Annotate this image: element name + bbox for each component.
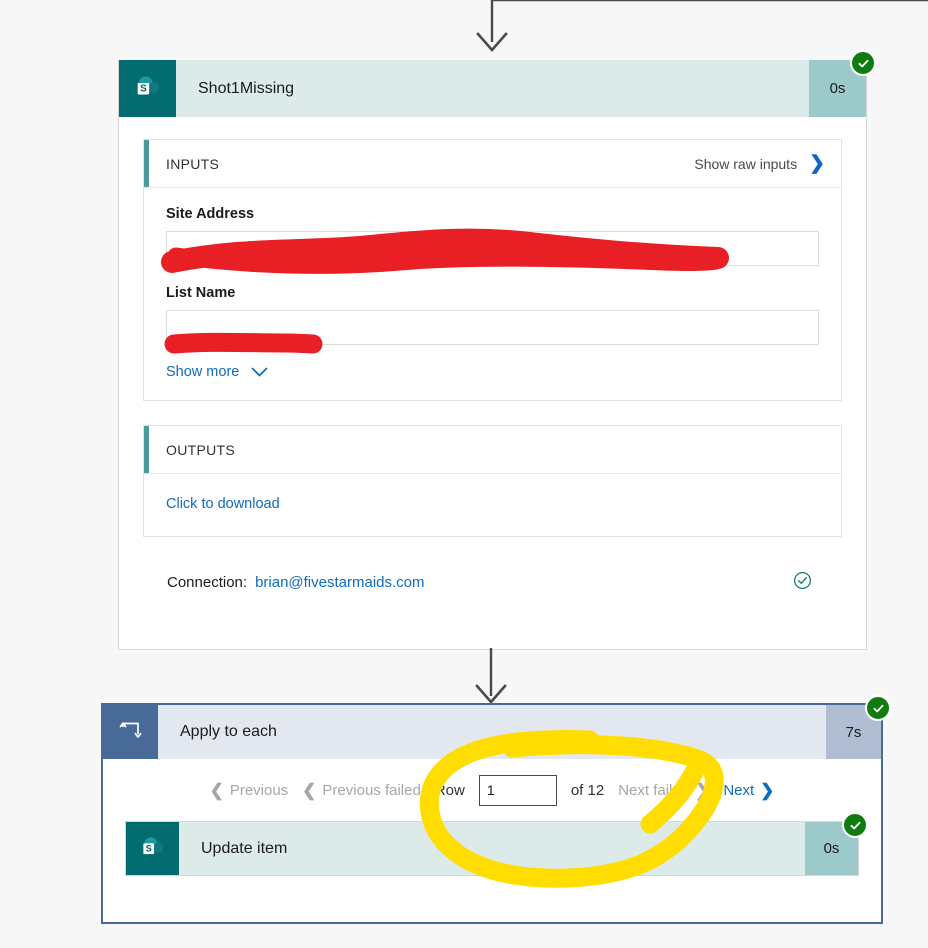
check-glyph xyxy=(873,704,883,712)
inputs-heading: INPUTS xyxy=(166,155,220,172)
inputs-panel-header: INPUTS Show raw inputs ❯ xyxy=(144,140,841,188)
check-circle-glyph xyxy=(793,571,812,590)
svg-text:S: S xyxy=(145,843,151,853)
panel-accent-bar xyxy=(144,426,149,473)
scope-title: Apply to each xyxy=(180,723,277,740)
check-glyph xyxy=(858,59,868,67)
next-button[interactable]: Next ❯ xyxy=(723,782,774,799)
action-card-update-item[interactable]: S Update item 0s xyxy=(125,812,868,876)
previous-failed-button[interactable]: ❮ Previous failed xyxy=(302,782,421,799)
chevron-right-icon: ❯ xyxy=(760,780,775,800)
sharepoint-icon: S xyxy=(126,822,179,875)
sharepoint-glyph: S xyxy=(142,836,163,857)
connection-label: Connection: xyxy=(167,574,248,591)
row-total-label: of 12 xyxy=(570,781,605,799)
show-more-label: Show more xyxy=(166,364,240,380)
site-address-input[interactable] xyxy=(166,231,819,266)
scope-children: S Update item 0s xyxy=(103,812,881,876)
chevron-down-icon xyxy=(251,367,268,377)
field-label-list-name: List Name xyxy=(166,285,236,301)
panel-accent-bar xyxy=(144,140,149,187)
list-name-input[interactable] xyxy=(166,310,819,345)
sharepoint-icon: S xyxy=(119,60,176,117)
next-label: Next xyxy=(723,781,755,799)
show-raw-inputs-button[interactable]: Show raw inputs ❯ xyxy=(694,154,825,173)
show-more-button[interactable]: Show more xyxy=(166,364,819,380)
chevron-right-icon: ❯ xyxy=(695,780,710,800)
nested-action-title: Update item xyxy=(201,839,288,857)
previous-failed-label: Previous failed xyxy=(322,781,421,799)
action-header[interactable]: S Shot1Missing 0s xyxy=(119,50,876,117)
row-number-input[interactable] xyxy=(478,774,557,806)
action-card-body: INPUTS Show raw inputs ❯ Site Address Li… xyxy=(119,117,866,594)
status-success-icon xyxy=(842,812,868,838)
field-site-address: Site Address xyxy=(166,206,819,266)
outputs-panel: OUTPUTS Click to download xyxy=(143,425,842,537)
scope-card-apply-to-each: Apply to each 7s ❮ Previous ❮ Previous f… xyxy=(101,695,891,924)
action-card-shot1missing: S Shot1Missing 0s INPUTS Show raw inputs… xyxy=(118,50,876,650)
chevron-left-icon: ❮ xyxy=(302,780,317,800)
inputs-panel-content: Site Address List Name Show more xyxy=(144,188,841,400)
field-label-site-address: Site Address xyxy=(166,206,255,222)
loop-repeat-icon xyxy=(103,705,158,759)
chevron-left-icon: ❮ xyxy=(209,780,224,800)
outputs-panel-content: Click to download xyxy=(144,474,841,536)
sharepoint-glyph: S xyxy=(137,75,159,98)
status-success-icon xyxy=(850,50,876,76)
svg-text:S: S xyxy=(140,83,147,94)
status-success-icon xyxy=(865,695,891,721)
check-glyph xyxy=(850,821,860,829)
check-circle-icon xyxy=(793,571,812,594)
previous-label: Previous xyxy=(229,781,289,799)
iteration-pager: ❮ Previous ❮ Previous failed Row of 12 N… xyxy=(103,759,881,821)
chevron-right-icon: ❯ xyxy=(809,153,825,174)
scope-header[interactable]: Apply to each 7s xyxy=(103,695,891,759)
connector-arrow-middle xyxy=(475,648,507,704)
outputs-heading: OUTPUTS xyxy=(166,441,235,458)
outputs-panel-header: OUTPUTS xyxy=(144,426,841,474)
loop-repeat-glyph xyxy=(119,722,141,738)
row-label: Row xyxy=(434,781,465,799)
inputs-panel: INPUTS Show raw inputs ❯ Site Address Li… xyxy=(143,139,842,401)
action-title: Shot1Missing xyxy=(198,79,295,97)
show-raw-inputs-label: Show raw inputs xyxy=(694,155,798,172)
connection-account-link[interactable]: brian@fivestarmaids.com xyxy=(255,574,424,591)
connection-row: Connection: brian@fivestarmaids.com xyxy=(143,561,842,594)
next-failed-label: Next failed xyxy=(618,781,690,799)
click-to-download-link[interactable]: Click to download xyxy=(166,496,280,512)
previous-button[interactable]: ❮ Previous xyxy=(210,782,289,799)
connector-arrow-top xyxy=(476,0,928,52)
field-list-name: List Name xyxy=(166,285,819,345)
next-failed-button[interactable]: Next failed ❯ xyxy=(618,782,709,799)
